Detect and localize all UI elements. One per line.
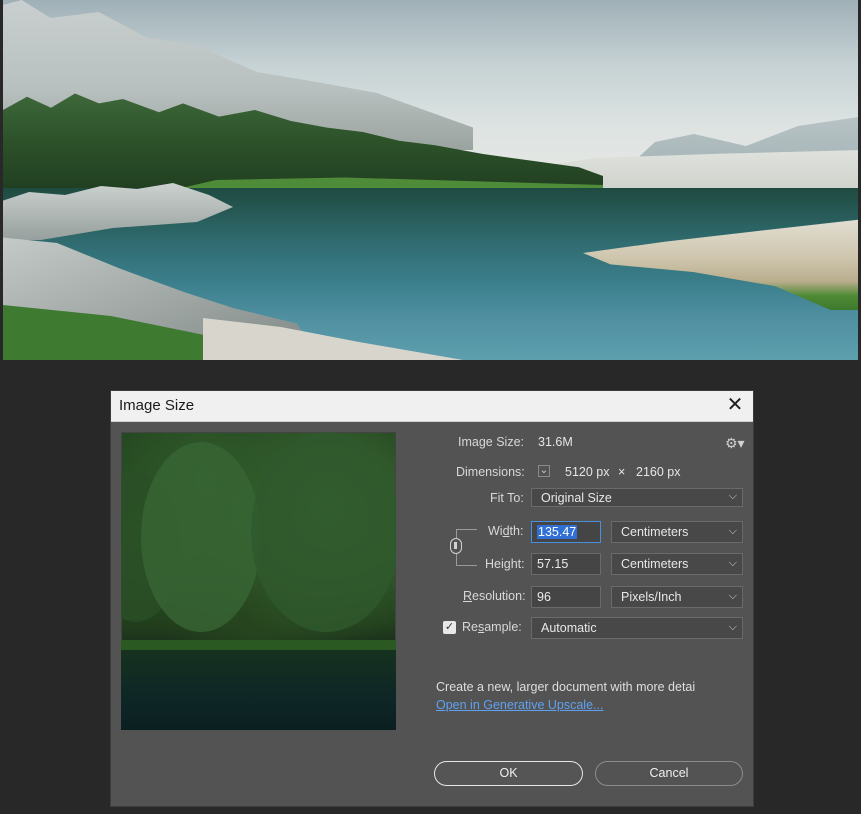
dialog-titlebar: Image Size ✕ (111, 391, 753, 422)
width-unit-select[interactable]: Centimeters ⌵ (611, 521, 743, 543)
dimensions-height-px: 2160 px (636, 465, 681, 479)
cancel-button[interactable]: Cancel (595, 761, 743, 786)
preview-tree (141, 442, 261, 632)
width-unit-value: Centimeters (621, 525, 689, 539)
upscale-info-text: Create a new, larger document with more … (436, 680, 696, 694)
resample-label: Resample: (462, 620, 522, 634)
resample-select[interactable]: Automatic ⌵ (531, 617, 743, 639)
generative-upscale-link[interactable]: Open in Generative Upscale... (436, 698, 603, 712)
width-label: Width: (488, 524, 524, 538)
chevron-down-icon: ⌵ (728, 490, 737, 502)
preview-water (121, 650, 396, 730)
chevron-down-icon: ⌵ (728, 621, 737, 633)
preview-tree (251, 432, 396, 632)
chevron-down-icon[interactable]: ⌄ (538, 465, 550, 477)
chevron-down-icon: ⌵ (728, 525, 737, 537)
canvas-landscape-image (3, 0, 858, 360)
dimensions-label: Dimensions: (456, 465, 525, 479)
gear-icon[interactable]: ⚙▾ (725, 435, 745, 452)
fit-to-value: Original Size (541, 491, 612, 505)
dimensions-times: × (618, 465, 626, 479)
chevron-down-icon: ⌵ (728, 557, 737, 569)
fit-to-label: Fit To: (490, 491, 524, 505)
chain-link-icon[interactable] (450, 538, 462, 554)
resolution-input[interactable]: 96 (531, 586, 601, 608)
height-value: 57.15 (537, 557, 569, 571)
close-icon[interactable]: ✕ (723, 394, 747, 418)
checkmark-icon: ✓ (444, 621, 455, 633)
image-size-dialog: Image Size ✕ Image Size: 31.6M ⚙▾ Dimens… (110, 390, 754, 807)
height-unit-value: Centimeters (621, 557, 689, 571)
ok-button[interactable]: OK (434, 761, 583, 786)
dimensions-width-px: 5120 px (565, 465, 610, 479)
chevron-down-icon: ⌵ (728, 590, 737, 602)
resolution-label: Resolution: (463, 589, 526, 603)
resample-value: Automatic (541, 621, 597, 635)
resolution-unit-select[interactable]: Pixels/Inch ⌵ (611, 586, 743, 608)
width-input[interactable]: 135.47 (531, 521, 601, 543)
height-input[interactable]: 57.15 (531, 553, 601, 575)
height-label: Height: (485, 557, 525, 571)
width-value: 135.47 (537, 525, 578, 539)
image-size-label: Image Size: (458, 435, 525, 449)
dialog-title: Image Size (119, 397, 195, 414)
image-preview[interactable] (121, 432, 396, 730)
image-size-value: 31.6M (538, 435, 573, 449)
height-unit-select[interactable]: Centimeters ⌵ (611, 553, 743, 575)
resolution-value: 96 (537, 590, 551, 604)
resolution-unit-value: Pixels/Inch (621, 590, 682, 604)
fit-to-select[interactable]: Original Size ⌵ (531, 488, 743, 507)
constrain-bracket-bottom (456, 553, 477, 566)
resample-checkbox[interactable]: ✓ (443, 621, 456, 634)
